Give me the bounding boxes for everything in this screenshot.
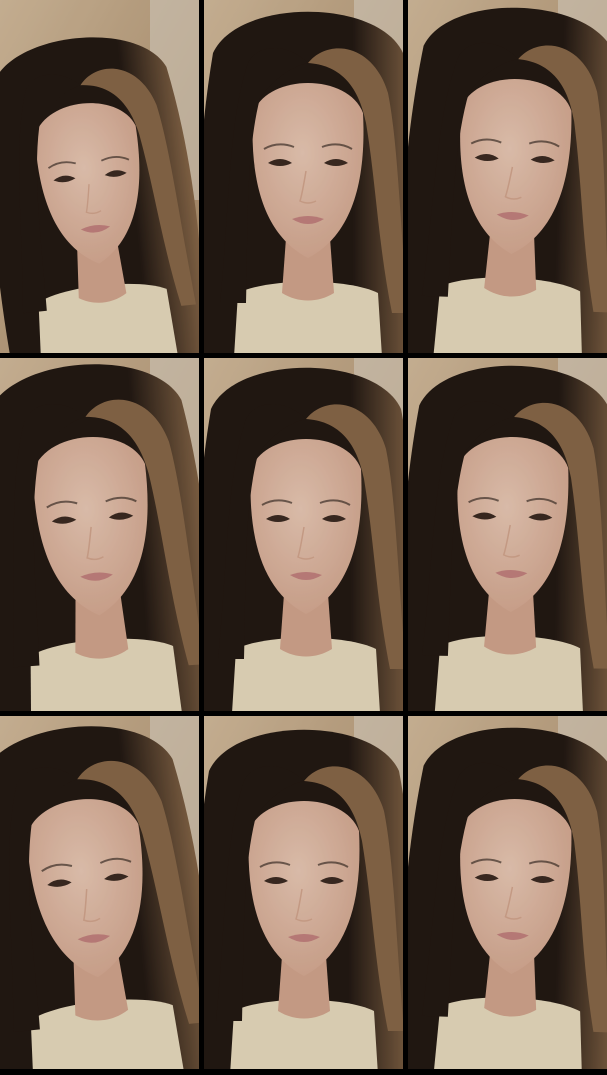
lighting-overlay (204, 358, 403, 711)
portrait-4 (0, 358, 199, 711)
portrait-2 (204, 0, 403, 353)
lighting-overlay (408, 358, 607, 711)
lighting-overlay (408, 0, 607, 353)
lighting-overlay (0, 358, 199, 711)
lighting-overlay (204, 0, 403, 353)
photo-frame-9 (408, 716, 607, 1069)
photo-frame-2 (204, 0, 403, 353)
portrait-8 (204, 716, 403, 1069)
portrait-3 (408, 0, 607, 353)
lighting-overlay (204, 716, 403, 1069)
photo-frame-4 (0, 358, 199, 711)
portrait-7 (0, 716, 199, 1069)
portrait-6 (408, 358, 607, 711)
photo-frame-7 (0, 716, 199, 1069)
lighting-overlay (408, 716, 607, 1069)
photo-frame-6 (408, 358, 607, 711)
photo-frame-8 (204, 716, 403, 1069)
photo-frame-5 (204, 358, 403, 711)
photo-frame-3 (408, 0, 607, 353)
portrait-1 (0, 0, 199, 353)
photo-collage-grid (0, 0, 607, 1075)
portrait-5 (204, 358, 403, 711)
lighting-overlay (0, 0, 199, 353)
lighting-overlay (0, 716, 199, 1069)
photo-frame-1 (0, 0, 199, 353)
portrait-9 (408, 716, 607, 1069)
